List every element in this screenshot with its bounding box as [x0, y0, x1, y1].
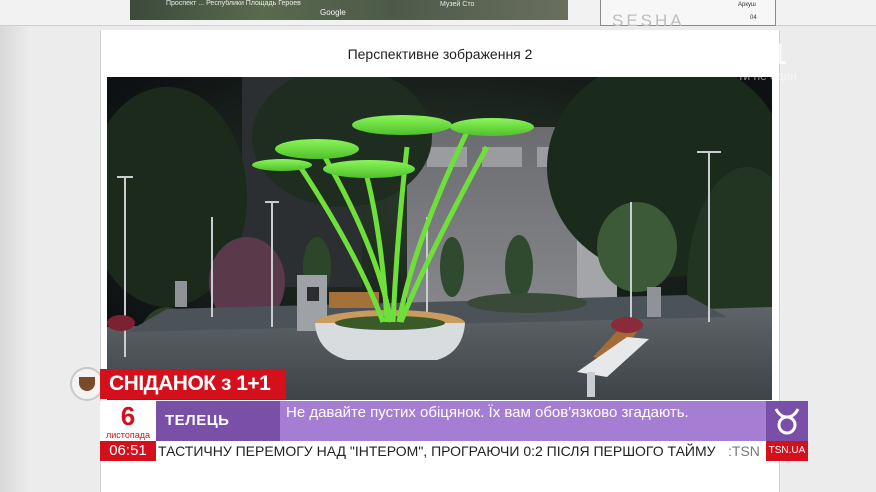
previous-page-strip: Проспект ... Республики Площадь Героев G… [0, 0, 876, 30]
page-title: Перспективне зображення 2 [347, 46, 533, 62]
clock: 06:51 [100, 441, 156, 461]
perspective-render-image [107, 77, 772, 400]
news-ticker: ТАСТИЧНУ ПЕРЕМОГУ НАД "ІНТЕРОМ", ПРОГРАЮ… [156, 441, 766, 461]
ticker-tail: :TSN [728, 443, 760, 459]
channel-watermark-slogan: ти не один [738, 69, 797, 83]
channel-watermark-logo: 1+1 [738, 38, 787, 71]
sheet-number: 04 [750, 15, 757, 21]
taurus-icon [766, 401, 808, 441]
taurus-glyph-icon [774, 408, 800, 435]
date-day: 6 [120, 401, 136, 431]
horoscope-message: Не давайте пустих обіцянок. Їх вам обов'… [280, 401, 766, 441]
date-month: листопада [106, 430, 150, 440]
tsn-brand-badge: TSN.UA [766, 441, 808, 461]
show-logo-banner: СНІДАНОК з 1+1 [100, 369, 286, 399]
map-museum-label: Музей Сто [440, 1, 475, 8]
show-logo: СНІДАНОК з 1+1 [70, 367, 286, 401]
map-google-label: Google [320, 8, 346, 17]
date-box: 6 листопада [100, 401, 156, 441]
document-edge-shadow [0, 0, 30, 492]
zodiac-sign-label: ТЕЛЕЦЬ [156, 401, 280, 441]
coffee-cup-icon [70, 367, 104, 401]
map-thumbnail: Проспект ... Республики Площадь Героев G… [130, 0, 568, 20]
render-illustration [107, 77, 772, 400]
sheet-label: Аркуш [738, 2, 756, 8]
map-street-label: Проспект ... Республики Площадь Героев [166, 0, 301, 7]
architect-brand-mark: SESHA [612, 11, 685, 30]
